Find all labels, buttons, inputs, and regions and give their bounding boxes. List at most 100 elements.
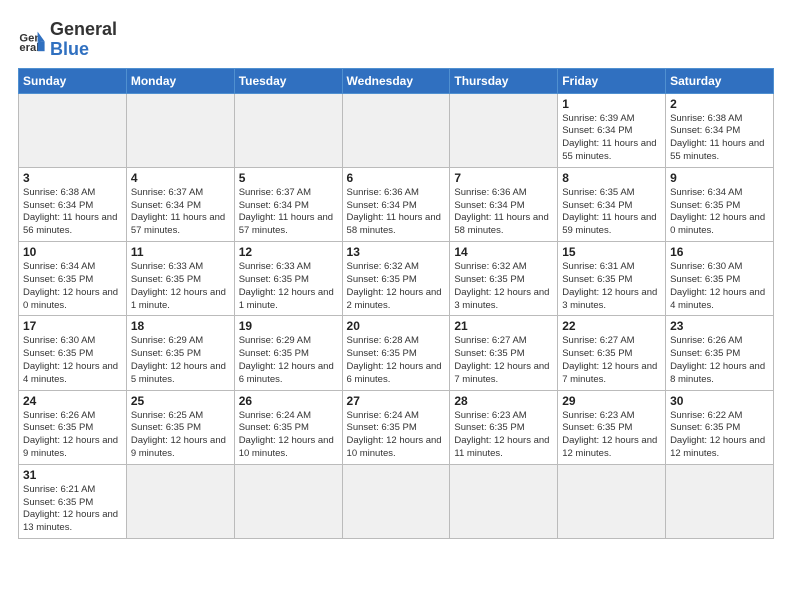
day-info: Sunrise: 6:28 AM Sunset: 6:35 PM Dayligh… — [347, 335, 446, 386]
day-info: Sunrise: 6:37 AM Sunset: 6:34 PM Dayligh… — [131, 187, 230, 238]
day-number: 4 — [131, 171, 230, 185]
day-info: Sunrise: 6:31 AM Sunset: 6:35 PM Dayligh… — [562, 261, 661, 312]
calendar-cell-1-6: 1 Sunrise: 6:39 AM Sunset: 6:34 PM Daylig… — [558, 93, 666, 167]
day-number: 7 — [454, 171, 553, 185]
day-info: Sunrise: 6:36 AM Sunset: 6:34 PM Dayligh… — [347, 187, 446, 238]
day-info: Sunrise: 6:32 AM Sunset: 6:35 PM Dayligh… — [454, 261, 553, 312]
day-number: 13 — [347, 245, 446, 259]
day-number: 23 — [670, 319, 769, 333]
week-row-4: 17Sunrise: 6:30 AM Sunset: 6:35 PM Dayli… — [19, 316, 774, 390]
day-number: 1 — [562, 97, 661, 111]
calendar-cell-1-1 — [19, 93, 127, 167]
calendar-cell-2-3: 5 Sunrise: 6:37 AM Sunset: 6:34 PM Daylig… — [234, 167, 342, 241]
calendar-cell-4-2: 18 Sunrise: 6:29 AM Sunset: 6:35 PM Dayli… — [126, 316, 234, 390]
calendar-cell-3-3: 12 Sunrise: 6:33 AM Sunset: 6:35 PM Dayli… — [234, 242, 342, 316]
calendar-cell-6-1: 31Sunrise: 6:21 AM Sunset: 6:35 PM Dayli… — [19, 464, 127, 538]
calendar: SundayMondayTuesdayWednesdayThursdayFrid… — [18, 68, 774, 540]
weekday-header-sunday: Sunday — [19, 68, 127, 93]
weekday-header-monday: Monday — [126, 68, 234, 93]
day-info: Sunrise: 6:26 AM Sunset: 6:35 PM Dayligh… — [23, 410, 122, 461]
calendar-cell-4-7: 23Sunrise: 6:26 AM Sunset: 6:35 PM Dayli… — [666, 316, 774, 390]
calendar-cell-3-7: 16 Sunrise: 6:30 AM Sunset: 6:35 PM Dayli… — [666, 242, 774, 316]
calendar-cell-3-1: 10 Sunrise: 6:34 AM Sunset: 6:35 PM Dayli… — [19, 242, 127, 316]
day-info: Sunrise: 6:23 AM Sunset: 6:35 PM Dayligh… — [454, 410, 553, 461]
day-number: 16 — [670, 245, 769, 259]
calendar-cell-1-2 — [126, 93, 234, 167]
day-info: Sunrise: 6:33 AM Sunset: 6:35 PM Dayligh… — [239, 261, 338, 312]
calendar-cell-1-7: 2 Sunrise: 6:38 AM Sunset: 6:34 PM Daylig… — [666, 93, 774, 167]
day-info: Sunrise: 6:24 AM Sunset: 6:35 PM Dayligh… — [347, 410, 446, 461]
calendar-cell-2-1: 3 Sunrise: 6:38 AM Sunset: 6:34 PM Daylig… — [19, 167, 127, 241]
day-number: 19 — [239, 319, 338, 333]
day-number: 25 — [131, 394, 230, 408]
calendar-cell-6-5 — [450, 464, 558, 538]
logo-icon: Gen eral — [18, 26, 46, 54]
weekday-header-row: SundayMondayTuesdayWednesdayThursdayFrid… — [19, 68, 774, 93]
day-number: 22 — [562, 319, 661, 333]
day-number: 15 — [562, 245, 661, 259]
calendar-cell-5-7: 30 Sunrise: 6:22 AM Sunset: 6:35 PM Dayli… — [666, 390, 774, 464]
day-info: Sunrise: 6:34 AM Sunset: 6:35 PM Dayligh… — [23, 261, 122, 312]
day-info: Sunrise: 6:30 AM Sunset: 6:35 PM Dayligh… — [670, 261, 769, 312]
calendar-cell-6-7 — [666, 464, 774, 538]
day-info: Sunrise: 6:38 AM Sunset: 6:34 PM Dayligh… — [23, 187, 122, 238]
day-info: Sunrise: 6:29 AM Sunset: 6:35 PM Dayligh… — [131, 335, 230, 386]
calendar-cell-6-3 — [234, 464, 342, 538]
logo: Gen eral GeneralBlue — [18, 20, 117, 60]
calendar-cell-5-3: 26Sunrise: 6:24 AM Sunset: 6:35 PM Dayli… — [234, 390, 342, 464]
day-number: 20 — [347, 319, 446, 333]
week-row-5: 24 Sunrise: 6:26 AM Sunset: 6:35 PM Dayli… — [19, 390, 774, 464]
day-info: Sunrise: 6:29 AM Sunset: 6:35 PM Dayligh… — [239, 335, 338, 386]
calendar-cell-3-2: 11Sunrise: 6:33 AM Sunset: 6:35 PM Dayli… — [126, 242, 234, 316]
calendar-cell-2-7: 9Sunrise: 6:34 AM Sunset: 6:35 PM Daylig… — [666, 167, 774, 241]
weekday-header-saturday: Saturday — [666, 68, 774, 93]
day-number: 14 — [454, 245, 553, 259]
week-row-6: 31Sunrise: 6:21 AM Sunset: 6:35 PM Dayli… — [19, 464, 774, 538]
calendar-cell-3-6: 15 Sunrise: 6:31 AM Sunset: 6:35 PM Dayli… — [558, 242, 666, 316]
weekday-header-thursday: Thursday — [450, 68, 558, 93]
calendar-cell-5-1: 24 Sunrise: 6:26 AM Sunset: 6:35 PM Dayli… — [19, 390, 127, 464]
day-number: 12 — [239, 245, 338, 259]
calendar-cell-4-1: 17Sunrise: 6:30 AM Sunset: 6:35 PM Dayli… — [19, 316, 127, 390]
calendar-cell-3-5: 14 Sunrise: 6:32 AM Sunset: 6:35 PM Dayli… — [450, 242, 558, 316]
day-info: Sunrise: 6:27 AM Sunset: 6:35 PM Dayligh… — [562, 335, 661, 386]
day-info: Sunrise: 6:39 AM Sunset: 6:34 PM Dayligh… — [562, 113, 661, 164]
calendar-cell-4-5: 21Sunrise: 6:27 AM Sunset: 6:35 PM Dayli… — [450, 316, 558, 390]
day-info: Sunrise: 6:23 AM Sunset: 6:35 PM Dayligh… — [562, 410, 661, 461]
day-number: 9 — [670, 171, 769, 185]
day-number: 3 — [23, 171, 122, 185]
day-number: 6 — [347, 171, 446, 185]
header: Gen eral GeneralBlue — [18, 16, 774, 60]
logo-text: GeneralBlue — [50, 20, 117, 60]
day-info: Sunrise: 6:35 AM Sunset: 6:34 PM Dayligh… — [562, 187, 661, 238]
day-number: 18 — [131, 319, 230, 333]
day-info: Sunrise: 6:30 AM Sunset: 6:35 PM Dayligh… — [23, 335, 122, 386]
calendar-cell-2-5: 7Sunrise: 6:36 AM Sunset: 6:34 PM Daylig… — [450, 167, 558, 241]
day-info: Sunrise: 6:22 AM Sunset: 6:35 PM Dayligh… — [670, 410, 769, 461]
day-number: 5 — [239, 171, 338, 185]
day-info: Sunrise: 6:25 AM Sunset: 6:35 PM Dayligh… — [131, 410, 230, 461]
calendar-cell-2-4: 6 Sunrise: 6:36 AM Sunset: 6:34 PM Daylig… — [342, 167, 450, 241]
day-number: 28 — [454, 394, 553, 408]
calendar-cell-6-2 — [126, 464, 234, 538]
day-info: Sunrise: 6:37 AM Sunset: 6:34 PM Dayligh… — [239, 187, 338, 238]
calendar-cell-2-6: 8Sunrise: 6:35 AM Sunset: 6:34 PM Daylig… — [558, 167, 666, 241]
day-number: 11 — [131, 245, 230, 259]
day-number: 2 — [670, 97, 769, 111]
calendar-cell-6-4 — [342, 464, 450, 538]
weekday-header-tuesday: Tuesday — [234, 68, 342, 93]
day-info: Sunrise: 6:27 AM Sunset: 6:35 PM Dayligh… — [454, 335, 553, 386]
calendar-cell-4-4: 20 Sunrise: 6:28 AM Sunset: 6:35 PM Dayli… — [342, 316, 450, 390]
day-number: 10 — [23, 245, 122, 259]
day-info: Sunrise: 6:24 AM Sunset: 6:35 PM Dayligh… — [239, 410, 338, 461]
calendar-cell-4-3: 19 Sunrise: 6:29 AM Sunset: 6:35 PM Dayli… — [234, 316, 342, 390]
calendar-cell-1-5 — [450, 93, 558, 167]
day-number: 27 — [347, 394, 446, 408]
calendar-cell-3-4: 13 Sunrise: 6:32 AM Sunset: 6:35 PM Dayli… — [342, 242, 450, 316]
day-info: Sunrise: 6:38 AM Sunset: 6:34 PM Dayligh… — [670, 113, 769, 164]
day-info: Sunrise: 6:32 AM Sunset: 6:35 PM Dayligh… — [347, 261, 446, 312]
svg-text:eral: eral — [19, 42, 39, 54]
day-number: 24 — [23, 394, 122, 408]
day-number: 30 — [670, 394, 769, 408]
calendar-cell-2-2: 4 Sunrise: 6:37 AM Sunset: 6:34 PM Daylig… — [126, 167, 234, 241]
